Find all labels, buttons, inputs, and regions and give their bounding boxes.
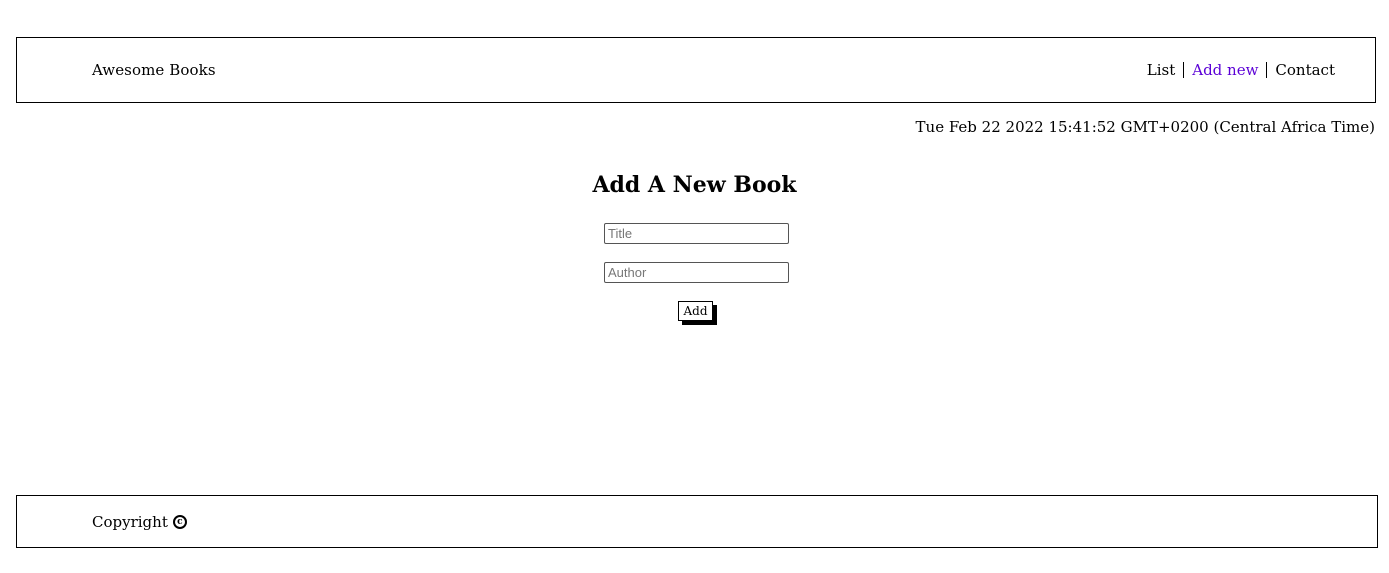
top-navbar: Awesome Books List Add new Contact xyxy=(16,37,1376,103)
main-nav: List Add new Contact xyxy=(1147,61,1335,79)
nav-divider xyxy=(1183,62,1185,78)
nav-divider xyxy=(1266,62,1268,78)
page: Awesome Books List Add new Contact Tue F… xyxy=(0,0,1389,573)
nav-link-list[interactable]: List xyxy=(1147,61,1175,79)
copyright-icon: c xyxy=(172,514,187,529)
title-input[interactable] xyxy=(604,223,789,244)
nav-link-add-new[interactable]: Add new xyxy=(1192,61,1258,79)
footer: Copyright c xyxy=(16,495,1378,548)
brand-logo[interactable]: Awesome Books xyxy=(92,61,216,79)
add-book-button[interactable]: Add xyxy=(678,301,713,321)
current-datetime: Tue Feb 22 2022 15:41:52 GMT+0200 (Centr… xyxy=(915,118,1375,136)
nav-link-contact[interactable]: Contact xyxy=(1275,61,1335,79)
add-book-heading: Add A New Book xyxy=(592,172,797,198)
copyright-label: Copyright xyxy=(92,512,168,531)
author-input[interactable] xyxy=(604,262,789,283)
copyright: Copyright c xyxy=(92,513,187,531)
